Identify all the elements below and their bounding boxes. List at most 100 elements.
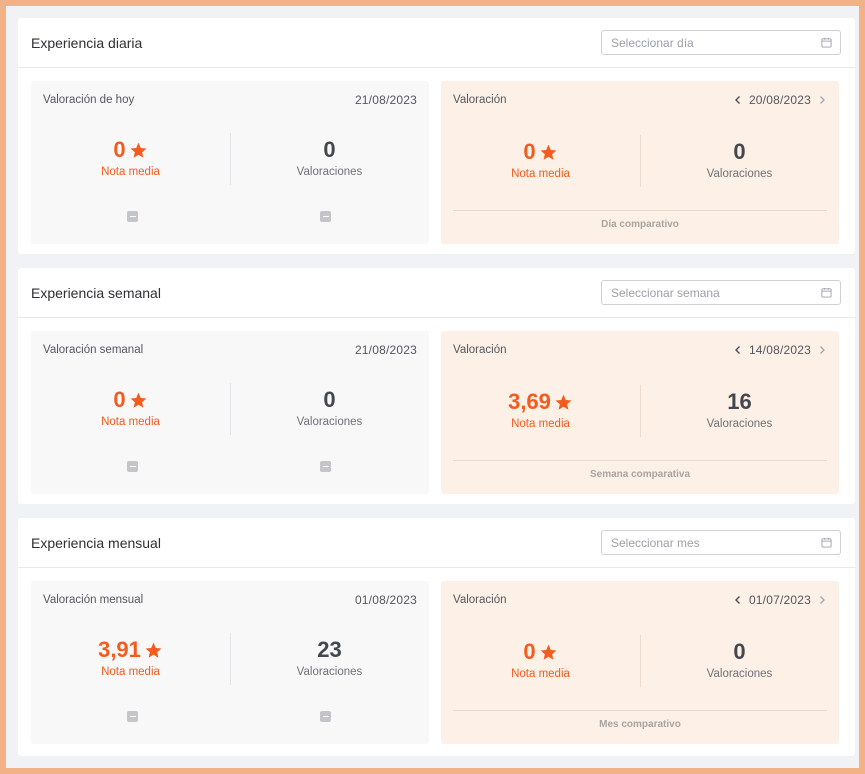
star-icon [555,394,572,410]
card-date: 21/08/2023 [354,93,417,107]
section-cards: Valoración mensual 01/08/2023 3,91 Nota … [18,568,855,744]
ratings-count-label: Valoraciones [296,416,363,428]
comparison-footer: Día comparativo [601,219,679,230]
ratings-count-value: 0 [733,139,746,164]
star-icon [540,144,557,160]
average-score-label: Nota media [511,668,570,680]
ratings-count-label: Valoraciones [706,418,773,430]
card-date: 01/07/2023 [748,593,811,607]
average-score: 0 Nota media [441,639,640,680]
calendar-icon [821,37,832,48]
section-cards: Valoración de hoy 21/08/2023 0 Nota medi… [18,68,855,244]
ratings-count-label: Valoraciones [296,666,363,678]
month-selector-placeholder: Seleccionar mes [611,535,700,550]
average-score-label: Nota media [511,168,570,180]
comparison-divider [453,210,827,211]
minus-icon [127,711,138,722]
ratings-count: 0 Valoraciones [640,639,839,680]
average-score-label: Nota media [101,416,160,428]
chevron-left-icon[interactable] [733,595,743,605]
comparison-footer: Semana comparativa [589,469,691,480]
card-header: Valoración mensual 01/08/2023 [43,593,417,607]
average-score-label: Nota media [511,418,570,430]
average-score: 3,91 Nota media [31,637,230,678]
comparison-footer: Mes comparativo [599,719,681,730]
card-label: Valoración mensual [43,594,144,606]
chevron-right-icon[interactable] [817,95,827,105]
chevron-right-icon[interactable] [817,595,827,605]
section-header: Experiencia mensual Seleccionar mes [18,518,855,568]
ratings-count-value: 16 [727,389,752,414]
comparison-divider [453,710,827,711]
average-score-value: 0 [523,639,536,664]
ratings-count-value: 23 [317,637,342,662]
card-date: 21/08/2023 [354,343,417,357]
month-selector[interactable]: Seleccionar mes [601,530,841,555]
average-score-value: 0 [523,139,536,164]
current-card: Valoración mensual 01/08/2023 3,91 Nota … [31,581,429,744]
card-label: Valoración [453,344,507,356]
section-title: Experiencia mensual [31,534,161,551]
calendar-icon [821,287,832,298]
average-score-label: Nota media [101,166,160,178]
ratings-count-value: 0 [323,387,336,412]
section-header: Experiencia diaria Seleccionar día [18,18,855,68]
star-icon [130,142,147,158]
ratings-count-label: Valoraciones [706,668,773,680]
date-navigator: 01/07/2023 [733,593,827,607]
card-label: Valoración de hoy [43,94,135,106]
week-selector-placeholder: Seleccionar semana [611,285,720,300]
ratings-count: 23 Valoraciones [230,637,429,678]
ratings-count: 0 Valoraciones [230,387,429,428]
minus-icon [320,211,331,222]
average-score-value: 0 [113,387,126,412]
card-label: Valoración semanal [43,344,144,356]
chevron-left-icon[interactable] [733,345,743,355]
minus-icon [127,211,138,222]
star-icon [145,642,162,658]
chevron-right-icon[interactable] [817,345,827,355]
average-score: 0 Nota media [31,387,230,428]
card-label: Valoración [453,594,507,606]
ratings-count-label: Valoraciones [296,166,363,178]
average-score: 0 Nota media [441,139,640,180]
comparison-divider [453,460,827,461]
card-header: Valoración de hoy 21/08/2023 [43,93,417,107]
ratings-count: 0 Valoraciones [230,137,429,178]
card-header: Valoración 20/08/2023 [453,93,827,107]
minus-icon [320,461,331,472]
card-header: Valoración semanal 21/08/2023 [43,343,417,357]
average-score-value: 3,69 [508,389,551,414]
day-selector[interactable]: Seleccionar día [601,30,841,55]
minus-icon [320,711,331,722]
date-navigator: 14/08/2023 [733,343,827,357]
card-date: 20/08/2023 [748,93,811,107]
ratings-count-value: 0 [323,137,336,162]
minus-icon [127,461,138,472]
current-card: Valoración de hoy 21/08/2023 0 Nota medi… [31,81,429,244]
dashboard: Experiencia diaria Seleccionar día Valor… [6,6,859,768]
section-header: Experiencia semanal Seleccionar semana [18,268,855,318]
comparison-card: Valoración 14/08/2023 3,69 Nota media 16… [441,331,839,494]
star-icon [130,392,147,408]
section-cards: Valoración semanal 21/08/2023 0 Nota med… [18,318,855,494]
average-score-value: 3,91 [98,637,141,662]
section-weekly: Experiencia semanal Seleccionar semana V… [18,268,855,504]
card-header: Valoración 14/08/2023 [453,343,827,357]
card-date: 14/08/2023 [748,343,811,357]
section-title: Experiencia diaria [31,34,143,51]
average-score: 0 Nota media [31,137,230,178]
card-date: 01/08/2023 [354,593,417,607]
card-header: Valoración 01/07/2023 [453,593,827,607]
calendar-icon [821,537,832,548]
average-score: 3,69 Nota media [441,389,640,430]
week-selector[interactable]: Seleccionar semana [601,280,841,305]
star-icon [540,644,557,660]
comparison-card: Valoración 01/07/2023 0 Nota media 0 Val… [441,581,839,744]
chevron-left-icon[interactable] [733,95,743,105]
ratings-count: 0 Valoraciones [640,139,839,180]
section-monthly: Experiencia mensual Seleccionar mes Valo… [18,518,855,756]
average-score-label: Nota media [101,666,160,678]
ratings-count-label: Valoraciones [706,168,773,180]
card-label: Valoración [453,94,507,106]
